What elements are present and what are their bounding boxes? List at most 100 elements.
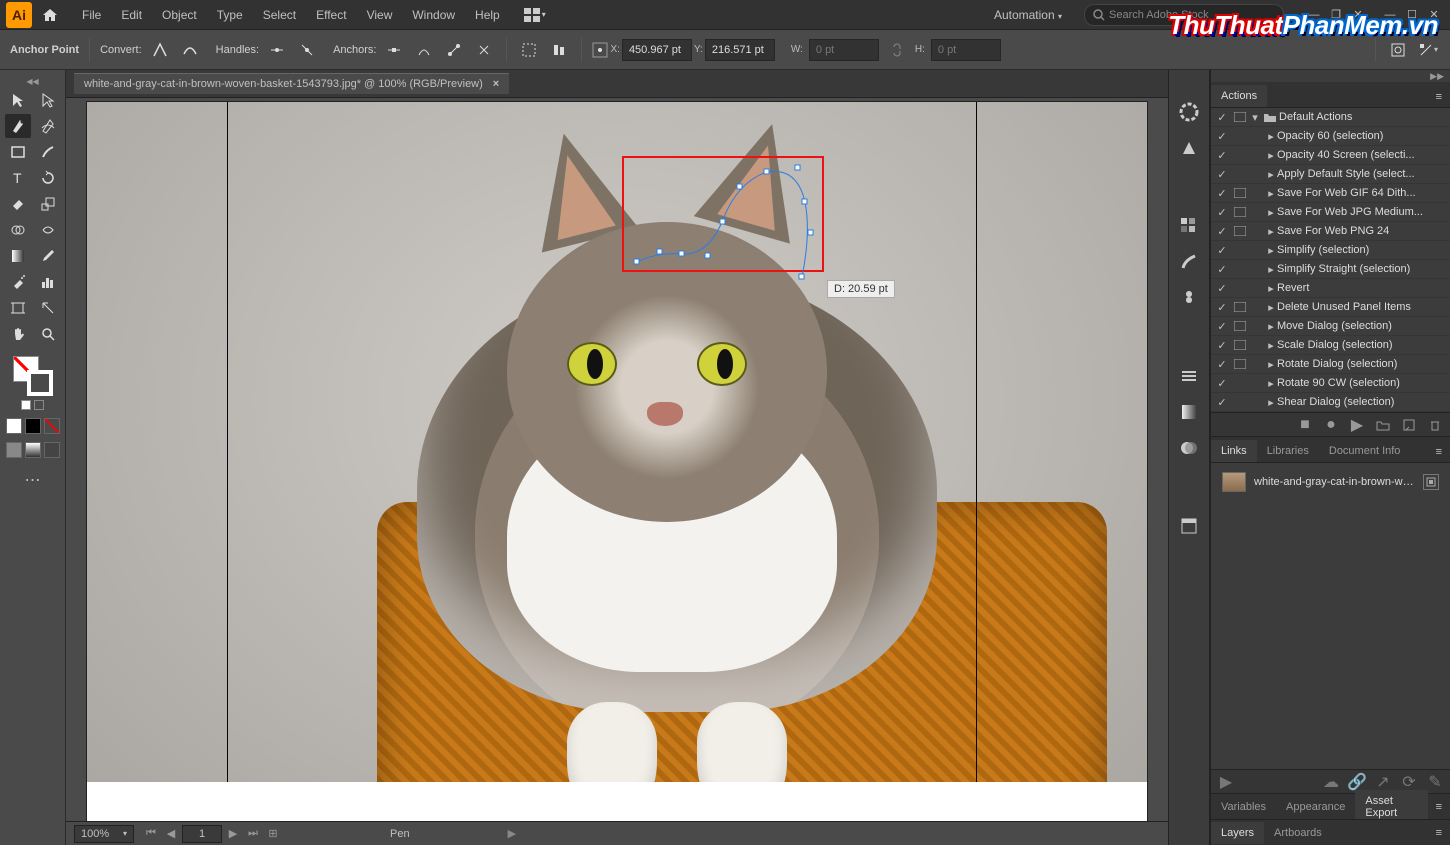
bottom-panel-menu-icon[interactable]: ≡: [1428, 823, 1450, 843]
caret-right-icon[interactable]: ▸: [1265, 149, 1277, 162]
dialog-toggle-icon[interactable]: [1231, 188, 1249, 198]
update-link-icon[interactable]: ⟳: [1400, 773, 1418, 791]
check-icon[interactable]: ✓: [1213, 130, 1231, 143]
rectangle-tool-icon[interactable]: [5, 140, 31, 164]
options-extra1-icon[interactable]: [1386, 38, 1410, 62]
action-row[interactable]: ✓▸Revert: [1211, 279, 1450, 298]
caret-right-icon[interactable]: ▸: [1265, 358, 1277, 371]
eraser-tool-icon[interactable]: [5, 192, 31, 216]
check-icon[interactable]: ✓: [1213, 111, 1231, 124]
check-icon[interactable]: ✓: [1213, 206, 1231, 219]
transparency-panel-icon[interactable]: [1175, 434, 1203, 462]
next-artboard-icon[interactable]: ▶: [224, 825, 242, 843]
window-close-icon[interactable]: ✕: [1424, 6, 1444, 24]
search-stock-input[interactable]: Search Adobe Stock: [1084, 4, 1284, 26]
caret-right-icon[interactable]: ▸: [1265, 339, 1277, 352]
relink-icon[interactable]: 🔗: [1348, 773, 1366, 791]
anchors-cut-icon[interactable]: [472, 38, 496, 62]
color-panel-icon[interactable]: [1175, 98, 1203, 126]
swap-fs-icon[interactable]: [34, 400, 44, 410]
action-row[interactable]: ✓▸Move Dialog (selection): [1211, 317, 1450, 336]
eyedropper-tool-icon[interactable]: [35, 244, 61, 268]
pen-path[interactable]: [627, 162, 847, 312]
link-wh-icon[interactable]: [885, 38, 909, 62]
caret-right-icon[interactable]: ▸: [1265, 301, 1277, 314]
dialog-toggle-icon[interactable]: [1231, 340, 1249, 350]
record-action-icon[interactable]: ●: [1322, 416, 1340, 434]
anchors-connect-icon[interactable]: [442, 38, 466, 62]
menu-effect[interactable]: Effect: [306, 4, 356, 26]
frame-restore-icon[interactable]: ❐: [1326, 6, 1346, 24]
rotate-tool-icon[interactable]: [35, 166, 61, 190]
check-icon[interactable]: ✓: [1213, 187, 1231, 200]
stroke-panel-icon[interactable]: [1175, 362, 1203, 390]
check-icon[interactable]: ✓: [1213, 149, 1231, 162]
caret-right-icon[interactable]: ▸: [1265, 320, 1277, 333]
go-to-link-icon[interactable]: ↗: [1374, 773, 1392, 791]
home-icon[interactable]: [38, 3, 62, 27]
dialog-toggle-icon[interactable]: [1231, 207, 1249, 217]
canvas[interactable]: D: 20.59 pt: [66, 98, 1168, 821]
panels-collapse-icon[interactable]: ▶▶: [1430, 71, 1444, 82]
edit-toolbar-icon[interactable]: ⋯: [20, 468, 46, 492]
width-tool-icon[interactable]: [35, 218, 61, 242]
isolate-icon[interactable]: [517, 38, 541, 62]
play-action-icon[interactable]: ▶: [1348, 416, 1366, 434]
toolbox-collapse-icon[interactable]: ◀◀: [3, 76, 63, 86]
action-row[interactable]: ✓▸Simplify (selection): [1211, 241, 1450, 260]
gradient-panel-icon[interactable]: [1175, 398, 1203, 426]
document-tab[interactable]: white-and-gray-cat-in-brown-woven-basket…: [74, 73, 509, 94]
action-row[interactable]: ✓▸Save For Web PNG 24: [1211, 222, 1450, 241]
artboard-number[interactable]: 1: [182, 825, 222, 843]
artboards-tab[interactable]: Artboards: [1264, 822, 1332, 844]
properties-panel-icon[interactable]: [1175, 512, 1203, 540]
link-row[interactable]: white-and-gray-cat-in-brown-wo...: [1217, 469, 1444, 495]
delete-action-icon[interactable]: [1426, 416, 1444, 434]
artboard-nav-icon[interactable]: ⊞: [264, 825, 282, 843]
action-row[interactable]: ✓▸Apply Default Style (select...: [1211, 165, 1450, 184]
action-set-row[interactable]: ✓ ▾ Default Actions: [1211, 108, 1450, 127]
stop-action-icon[interactable]: ■: [1296, 416, 1314, 434]
action-row[interactable]: ✓▸Opacity 40 Screen (selecti...: [1211, 146, 1450, 165]
check-icon[interactable]: ✓: [1213, 301, 1231, 314]
caret-right-icon[interactable]: ▸: [1265, 396, 1277, 409]
check-icon[interactable]: ✓: [1213, 358, 1231, 371]
arrange-documents-icon[interactable]: ▾: [520, 8, 550, 22]
brushes-panel-icon[interactable]: [1175, 248, 1203, 276]
automation-menu[interactable]: Automation ▾: [984, 4, 1072, 26]
pen-tool-icon[interactable]: [5, 114, 31, 138]
convert-corner-icon[interactable]: [148, 38, 172, 62]
direct-selection-tool-icon[interactable]: [35, 88, 61, 112]
zoom-field[interactable]: 100%▾: [74, 825, 134, 843]
caret-right-icon[interactable]: ▸: [1265, 244, 1277, 257]
caret-right-icon[interactable]: ▸: [1265, 282, 1277, 295]
window-minimize-icon[interactable]: ―: [1380, 6, 1400, 24]
action-row[interactable]: ✓▸Save For Web JPG Medium...: [1211, 203, 1450, 222]
appearance-tab[interactable]: Appearance: [1276, 796, 1355, 818]
check-icon[interactable]: ✓: [1213, 263, 1231, 276]
relink-cc-icon[interactable]: ☁: [1322, 773, 1340, 791]
document-info-tab[interactable]: Document Info: [1319, 440, 1411, 462]
check-icon[interactable]: ✓: [1213, 168, 1231, 181]
caret-right-icon[interactable]: ▸: [1265, 225, 1277, 238]
symbols-panel-icon[interactable]: [1175, 284, 1203, 312]
scale-tool-icon[interactable]: [35, 192, 61, 216]
draw-behind-icon[interactable]: [25, 418, 41, 434]
anchors-remove-icon[interactable]: [382, 38, 406, 62]
y-input[interactable]: 216.571 pt: [705, 39, 775, 61]
check-icon[interactable]: ✓: [1213, 282, 1231, 295]
action-row[interactable]: ✓▸Simplify Straight (selection): [1211, 260, 1450, 279]
action-row[interactable]: ✓▸Rotate Dialog (selection): [1211, 355, 1450, 374]
swatches-panel-icon[interactable]: [1175, 212, 1203, 240]
action-row[interactable]: ✓▸Delete Unused Panel Items: [1211, 298, 1450, 317]
artboard-tool-icon[interactable]: [5, 296, 31, 320]
handles-hide-icon[interactable]: [295, 38, 319, 62]
action-row[interactable]: ✓▸Save For Web GIF 64 Dith...: [1211, 184, 1450, 203]
dialog-toggle-icon[interactable]: [1231, 359, 1249, 369]
caret-right-icon[interactable]: ▸: [1265, 130, 1277, 143]
caret-right-icon[interactable]: ▸: [1265, 187, 1277, 200]
status-play-icon[interactable]: ▶: [508, 827, 516, 840]
dialog-toggle-icon[interactable]: [1231, 302, 1249, 312]
layers-tab[interactable]: Layers: [1211, 822, 1264, 844]
links-panel-menu-icon[interactable]: ≡: [1428, 442, 1450, 462]
